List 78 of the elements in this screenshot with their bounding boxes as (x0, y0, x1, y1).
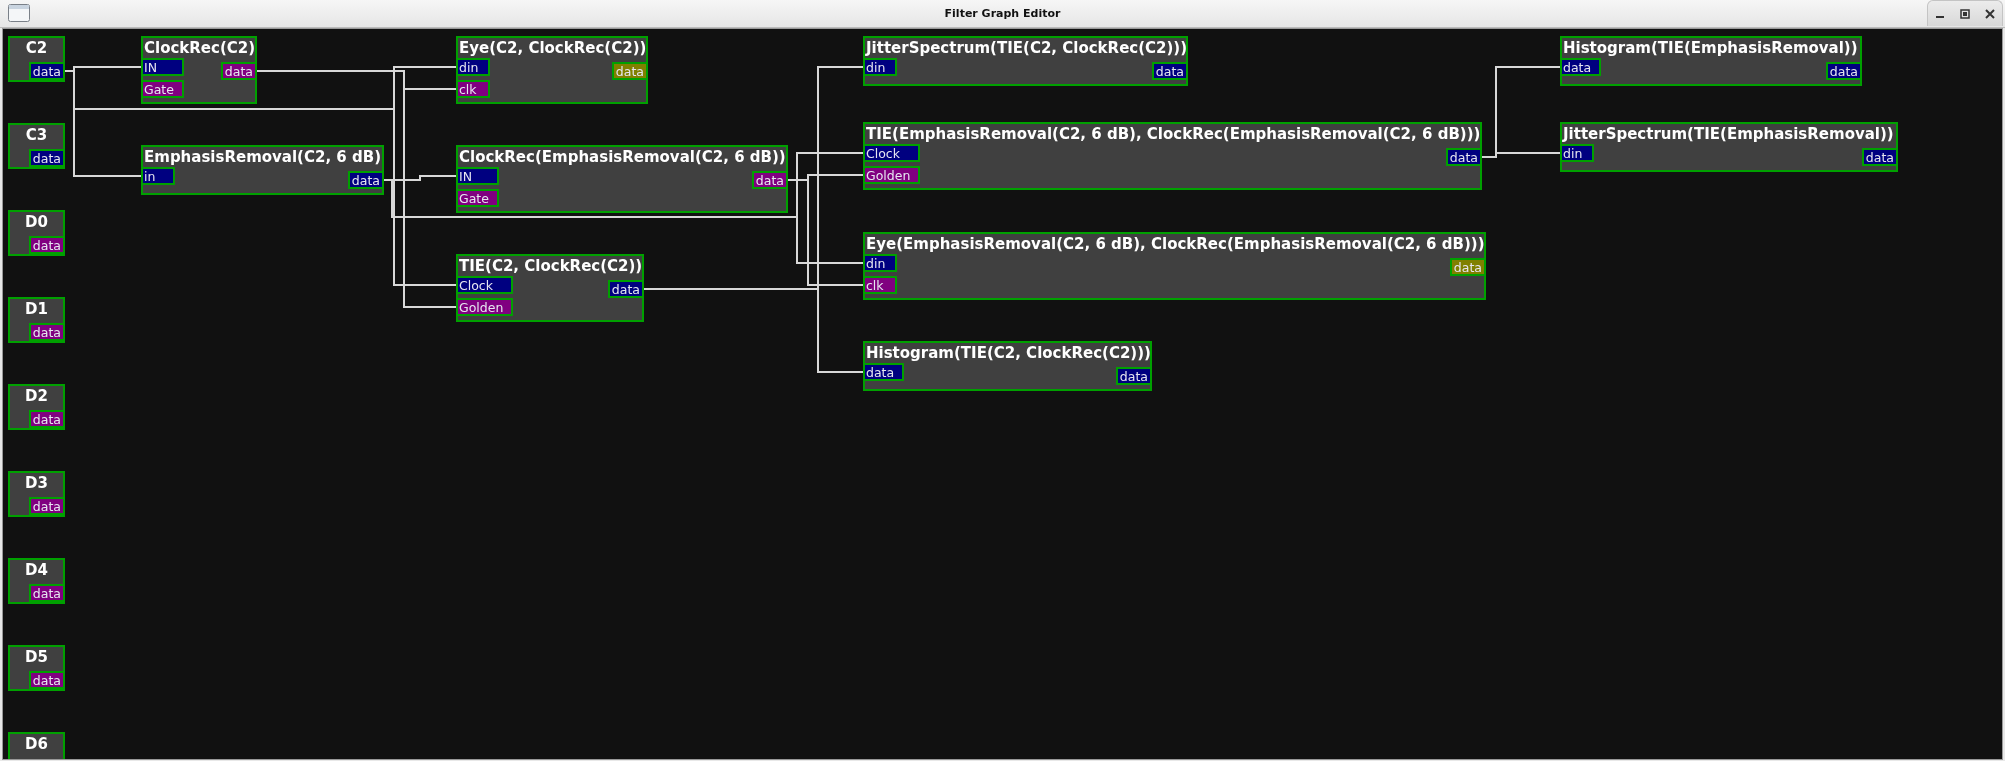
node-title: ClockRec(C2) (143, 38, 255, 58)
input-port[interactable]: IN (456, 167, 499, 185)
filter-node[interactable]: Eye(EmphasisRemoval(C2, 6 dB), ClockRec(EmphasisRemoval(C2, 6 dB))) din clk data (863, 232, 1486, 300)
input-port[interactable]: data (1560, 58, 1602, 76)
filter-node[interactable]: Histogram(TIE(EmphasisRemoval)) data data (1560, 36, 1862, 86)
source-node[interactable]: C3 data (8, 123, 65, 169)
output-port[interactable]: data (28, 62, 65, 80)
close-icon[interactable] (1982, 6, 1997, 21)
node-title: JitterSpectrum(TIE(EmphasisRemoval)) (1562, 124, 1895, 144)
filter-node[interactable]: EmphasisRemoval(C2, 6 dB) in data (141, 145, 384, 195)
filter-node[interactable]: Histogram(TIE(C2, ClockRec(C2))) data data (863, 341, 1152, 391)
window-icon (8, 4, 30, 22)
output-port[interactable]: data (751, 171, 788, 189)
input-port[interactable]: data (863, 363, 905, 381)
node-title: JitterSpectrum(TIE(C2, ClockRec(C2))) (865, 38, 1186, 58)
input-port[interactable]: din (863, 254, 897, 272)
node-title: TIE(C2, ClockRec(C2)) (458, 256, 642, 276)
source-node[interactable]: D4 data (8, 558, 65, 604)
node-title: C2 (24, 38, 49, 58)
node-title: ClockRec(EmphasisRemoval(C2, 6 dB)) (458, 147, 786, 167)
filter-node[interactable]: JitterSpectrum(TIE(EmphasisRemoval)) din data (1560, 122, 1898, 172)
filter-node[interactable]: ClockRec(EmphasisRemoval(C2, 6 dB)) IN Gate data (456, 145, 788, 213)
input-port[interactable]: clk (863, 276, 897, 294)
output-port[interactable]: data (1115, 367, 1152, 385)
filter-node[interactable]: Eye(C2, ClockRec(C2)) din clk data (456, 36, 648, 104)
window-title: Filter Graph Editor (944, 7, 1061, 20)
node-title: D5 (24, 647, 49, 667)
input-port[interactable]: din (1560, 144, 1594, 162)
node-title: Eye(C2, ClockRec(C2)) (458, 38, 646, 58)
input-port[interactable]: Gate (141, 80, 184, 98)
output-port[interactable]: data (28, 236, 65, 254)
output-port[interactable]: data (1445, 148, 1482, 166)
node-title: Eye(EmphasisRemoval(C2, 6 dB), ClockRec(EmphasisRemoval(C2, 6 dB))) (865, 234, 1484, 254)
node-title: D4 (24, 560, 49, 580)
input-port[interactable]: Clock (456, 276, 514, 294)
input-port[interactable]: din (863, 58, 897, 76)
maximize-icon[interactable] (1958, 6, 1972, 21)
filter-node[interactable]: JitterSpectrum(TIE(C2, ClockRec(C2))) din data (863, 36, 1188, 86)
output-port[interactable]: data (220, 62, 257, 80)
output-port[interactable]: data (28, 671, 65, 689)
output-port[interactable]: data (347, 171, 384, 189)
output-port[interactable]: data (1825, 62, 1862, 80)
filter-node[interactable]: TIE(C2, ClockRec(C2)) Clock Golden data (456, 254, 644, 322)
node-title: D6 (24, 734, 49, 754)
input-port[interactable]: din (456, 58, 490, 76)
output-port[interactable]: data (28, 410, 65, 428)
node-title: Histogram(TIE(EmphasisRemoval)) (1562, 38, 1859, 58)
node-title: D3 (24, 473, 49, 493)
output-port[interactable]: data (28, 497, 65, 515)
output-port[interactable]: data (28, 584, 65, 602)
node-title: EmphasisRemoval(C2, 6 dB) (143, 147, 382, 167)
input-port[interactable]: Golden (456, 298, 514, 316)
source-node[interactable]: D0 data (8, 210, 65, 256)
output-port[interactable]: data (1861, 148, 1898, 166)
input-port[interactable]: Golden (863, 166, 921, 184)
input-port[interactable]: Clock (863, 144, 921, 162)
source-node[interactable]: C2 data (8, 36, 65, 82)
source-node[interactable]: D3 data (8, 471, 65, 517)
output-port[interactable]: data (28, 149, 65, 167)
node-title: C3 (24, 125, 49, 145)
node-title: D2 (24, 386, 49, 406)
filter-node[interactable]: ClockRec(C2) IN Gate data (141, 36, 257, 104)
input-port[interactable]: in (141, 167, 175, 185)
output-port[interactable]: data (607, 280, 644, 298)
input-port[interactable]: Gate (456, 189, 499, 207)
source-node[interactable]: D1 data (8, 297, 65, 343)
input-port[interactable]: clk (456, 80, 490, 98)
input-port[interactable]: IN (141, 58, 184, 76)
source-node[interactable]: D2 data (8, 384, 65, 430)
output-port[interactable]: data (1151, 62, 1188, 80)
filter-node[interactable]: TIE(EmphasisRemoval(C2, 6 dB), ClockRec(EmphasisRemoval(C2, 6 dB))) Clock Golden data (863, 122, 1482, 190)
node-title: D0 (24, 212, 49, 232)
source-node[interactable]: D6 (8, 732, 65, 759)
node-title: Histogram(TIE(C2, ClockRec(C2))) (865, 343, 1150, 363)
node-title: D1 (24, 299, 49, 319)
node-title: TIE(EmphasisRemoval(C2, 6 dB), ClockRec(EmphasisRemoval(C2, 6 dB))) (865, 124, 1480, 144)
output-port[interactable]: data (28, 323, 65, 341)
source-node[interactable]: D5 data (8, 645, 65, 691)
